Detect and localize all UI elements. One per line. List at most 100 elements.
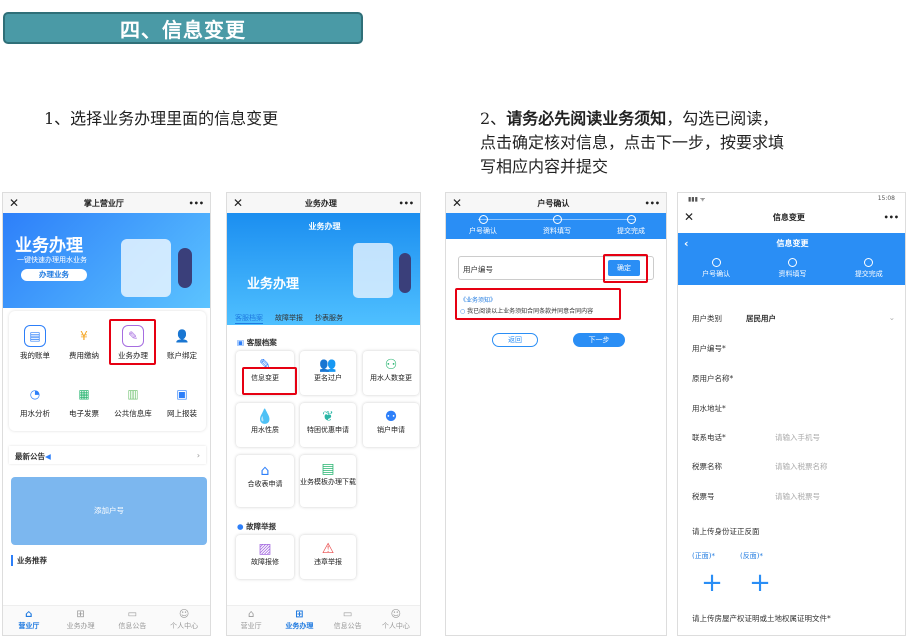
card-close-account[interactable]: ⚉ 销户申请 [363,403,419,447]
bottom-tabbar: ⌂ 营业厅 ⊞ 业务办理 ▭ 信息公告 ☺ 个人中心 [227,605,420,635]
highlight-business [109,319,156,365]
user-remove-icon: ⚉ [384,409,398,425]
books-icon: ▥ [127,387,139,401]
progress-step-3: 提交完成 [855,258,883,279]
progress-bar: 户号确认 资料填写 提交完成 [678,255,905,285]
signal-icon: ▮▮▮ ᯤ [688,196,706,203]
screenshot-business: ✕ 业务办理 ••• 业务办理 业务办理 客服档案 故障举报 抄表服务 ▣ 客服档案… [226,192,421,636]
tab-notice[interactable]: ▭ 信息公告 [324,606,372,635]
row-tax-name[interactable]: 税票名称 请输入税票名称 [692,461,895,472]
front-label: (正面)* [692,552,715,560]
tab-business[interactable]: ⊞ 业务办理 [55,606,107,635]
card-discount[interactable]: ❦ 特困优惠申请 [300,403,356,447]
progress-step-1: 户号确认 [469,215,497,236]
card-rename[interactable]: 👥 更名过户 [300,351,356,395]
home-icon: ⌂ [247,609,255,620]
upload-front-plus-icon[interactable]: + [692,563,732,603]
person-icon: ☺ [390,609,402,620]
progress-step-2: 资料填写 [778,258,806,279]
progress-step-3: 提交完成 [617,215,645,236]
highlight-confirm [603,254,648,283]
tab-fault[interactable]: 故障举报 [275,313,303,324]
more-icon[interactable]: ••• [189,199,204,208]
section-customer: ▣ 客服档案 [237,338,277,347]
tab-home[interactable]: ⌂ 营业厅 [3,606,55,635]
progress-step-1: 户号确认 [702,258,730,279]
step2-text: 2、请务必先阅读业务须知，勾选已阅读，点击确定核对信息，点击下一步，按要求填写相… [480,109,785,176]
grid-account-bind[interactable]: 👤 账户绑定 [158,325,206,361]
repair-icon: ▨ [258,541,272,557]
hero-banner: 业务办理 一键快速办理用水业务 办理业务 [3,213,210,308]
close-icon[interactable]: ✕ [452,196,462,210]
handle-business-button[interactable]: 办理业务 [21,269,87,281]
row-tax-number[interactable]: 税票号 请输入税票号 [692,491,895,502]
more-icon[interactable]: ••• [399,199,414,208]
grid-icon: ⊞ [76,609,85,620]
news-icon: ▭ [342,609,353,620]
speaker-icon: ◀ [45,452,51,461]
close-icon[interactable]: ✕ [233,196,243,210]
tab-profile[interactable]: ☺ 个人中心 [158,606,210,635]
tab-profile[interactable]: ☺ 个人中心 [372,606,420,635]
grid-pay[interactable]: ¥ 费用缴纳 [60,325,108,361]
tab-home[interactable]: ⌂ 营业厅 [227,606,275,635]
grid-public-info[interactable]: ▥ 公共信息库 [109,383,157,419]
home-icon: ⌂ [25,609,33,620]
tab-business[interactable]: ⊞ 业务办理 [275,606,323,635]
news-icon: ▭ [127,609,138,620]
back-arrow-icon[interactable]: ‹ [684,233,689,255]
row-user-type[interactable]: 用户类别 居民用户 ⌄ [692,313,895,324]
hands-icon: ❦ [322,409,334,425]
chevron-right-icon: › [196,451,200,460]
screenshot-info-change-form: ▮▮▮ ᯤ 15:08 ✕ 信息变更 ••• ‹ 信息变更 户号确认 资料填写 提交完成… [677,192,906,636]
folder-icon: ▣ [237,338,245,347]
more-icon[interactable]: ••• [645,199,660,208]
card-report[interactable]: ⚠ 违章举报 [300,535,356,579]
upload-id-label: 请上传身份证正反面 [692,527,760,536]
grid-online-apply[interactable]: ▣ 网上报装 [158,383,206,419]
progress-step-2: 资料填写 [543,215,571,236]
upload-back-plus-icon[interactable]: + [740,563,780,603]
card-combine-meter[interactable]: ⌂ 合收表申请 [236,455,294,507]
top-tabs: 客服档案 故障举报 抄表服务 [235,313,343,324]
next-button[interactable]: 下一步 [573,333,625,347]
card-repair[interactable]: ▨ 故障报修 [236,535,294,579]
grid-invoice[interactable]: ▦ 电子发票 [60,383,108,419]
more-icon[interactable]: ••• [884,213,899,222]
screenshot-account-confirm: ✕ 户号确认 ••• 户号确认 资料填写 提交完成 用户编号 确定 《业务须知》 ○… [445,192,667,636]
form-icon: ▣ [176,387,188,401]
person-illustration-icon [178,248,192,288]
person-icon: ☺ [178,609,190,620]
back-button[interactable]: 返回 [492,333,538,347]
highlight-notice [455,288,621,320]
step1-text: 1、选择业务办理里面的信息变更 [44,109,279,128]
invoice-icon: ▦ [78,387,90,401]
phone-illustration-icon [121,239,171,297]
card-water-type[interactable]: 💧 用水性质 [236,403,294,447]
grid-icon: ⊞ [295,609,304,620]
tab-meter[interactable]: 抄表服务 [315,313,343,324]
grid-my-bill[interactable]: ▤ 我的账单 [11,325,59,361]
status-bar: ▮▮▮ ᯤ 15:08 [688,195,895,203]
tab-notice[interactable]: ▭ 信息公告 [107,606,159,635]
grid-analysis[interactable]: ◔ 用水分析 [11,383,59,419]
close-icon[interactable]: ✕ [9,196,19,210]
add-account-card[interactable]: 添加户号 [11,477,207,545]
card-people-change[interactable]: ⚇ 用水人数变更 [363,351,419,395]
notice-bar[interactable]: 最新公告◀ › [9,446,206,464]
user-icon: 👤 [174,329,190,343]
section-fault: ● 故障举报 [237,522,277,531]
user-add-icon: ⚇ [384,357,398,373]
card-template-download[interactable]: ▤ 业务模板办理下载 [300,455,356,507]
pay-icon: ¥ [80,329,88,343]
tab-customer[interactable]: 客服档案 [235,313,263,324]
template-icon: ▤ [321,461,335,477]
close-icon[interactable]: ✕ [684,210,694,224]
recommend-title: 业务推荐 [11,555,47,566]
phone-illustration-icon [353,243,393,298]
row-old-name[interactable]: 原用户名称* [692,373,895,384]
row-address[interactable]: 用水地址* [692,403,895,414]
row-user-number[interactable]: 用户编号* [692,343,895,354]
section-banner: 四、信息变更 [3,12,363,44]
row-phone[interactable]: 联系电话* 请输入手机号 [692,432,895,443]
